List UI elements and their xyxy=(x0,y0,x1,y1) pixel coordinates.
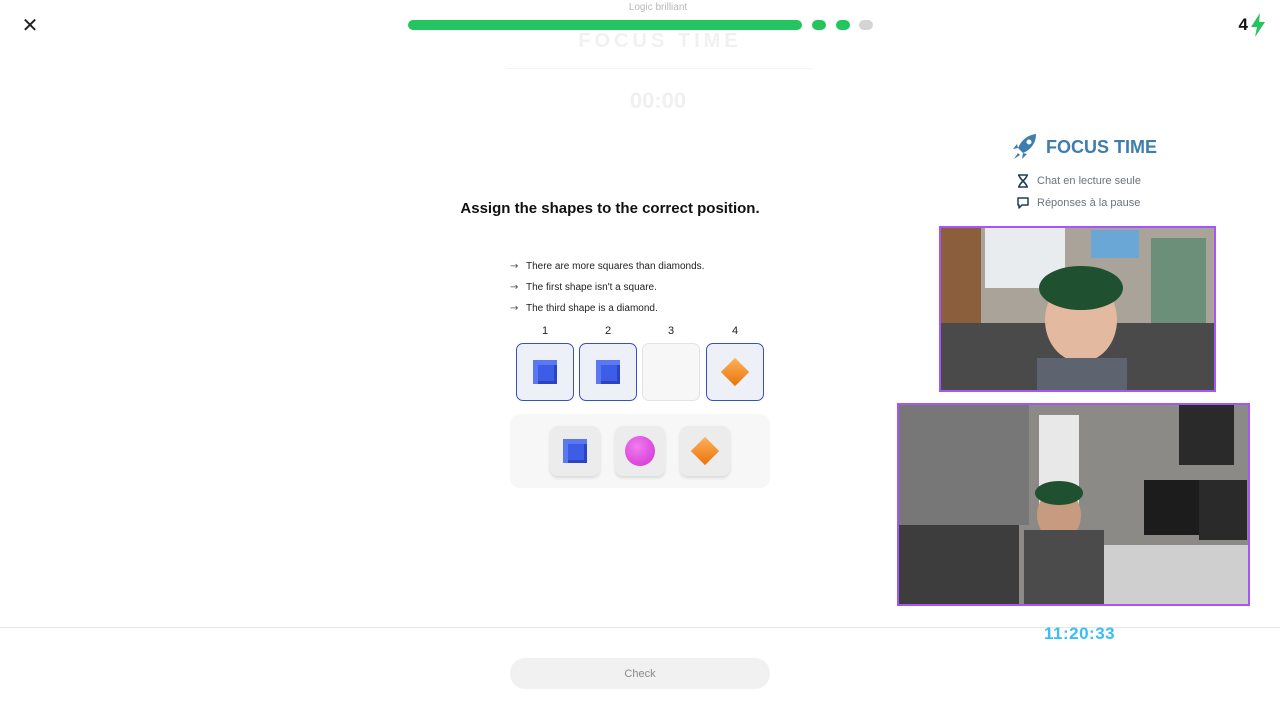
lesson-progress-bar xyxy=(408,20,802,30)
focus-time-header: FOCUS TIME xyxy=(1012,133,1157,161)
read-only-chat-label: Chat en lecture seule xyxy=(1037,175,1141,187)
progress-dot-complete xyxy=(836,20,850,30)
hourglass-icon xyxy=(1018,174,1028,188)
top-bar: ✕ Logic brilliant FOCUS TIME 00:00 4 xyxy=(0,0,1280,113)
streak-count: 4 xyxy=(1238,15,1248,34)
clue-text: The third shape is a diamond. xyxy=(526,303,658,314)
clue-item: → The first shape isn't a square. xyxy=(510,277,810,298)
paused-answers-row: Réponses à la pause xyxy=(1016,196,1140,210)
speech-bubble-icon xyxy=(1017,197,1029,209)
square-shape-icon[interactable] xyxy=(596,360,620,384)
ghost-focus-text: FOCUS TIME xyxy=(578,30,742,52)
ghost-timer: 00:00 xyxy=(629,88,687,113)
ghost-divider xyxy=(506,68,812,69)
slot-number: 4 xyxy=(731,325,739,337)
clue-text: There are more squares than diamonds. xyxy=(526,261,705,272)
arrow-right-icon: → xyxy=(510,261,519,272)
close-icon[interactable]: ✕ xyxy=(20,14,40,36)
overlay-title: Logic brilliant xyxy=(628,2,688,13)
clue-item: → There are more squares than diamonds. xyxy=(510,256,810,277)
check-button[interactable]: Check xyxy=(510,658,770,689)
webcam-room-image xyxy=(899,405,1248,604)
answer-slot-4[interactable] xyxy=(706,343,764,401)
focus-time-title: FOCUS TIME xyxy=(1046,136,1157,157)
slot-number: 1 xyxy=(541,325,549,337)
webcam-face-image xyxy=(941,228,1214,390)
tray-piece-circle[interactable] xyxy=(615,426,665,476)
arrow-right-icon: → xyxy=(510,303,519,314)
tray-piece-square[interactable] xyxy=(550,426,600,476)
progress-dot-complete xyxy=(812,20,826,30)
clue-list: → There are more squares than diamonds. … xyxy=(510,256,810,319)
streak-counter: 4 xyxy=(1239,12,1266,38)
diamond-shape-icon[interactable] xyxy=(720,357,750,387)
webcam-face-feed xyxy=(939,226,1216,392)
arrow-right-icon: → xyxy=(510,282,519,293)
answer-slot-3[interactable] xyxy=(642,343,700,401)
paused-answers-label: Réponses à la pause xyxy=(1037,197,1141,209)
answer-slot-1[interactable] xyxy=(516,343,574,401)
square-shape-icon[interactable] xyxy=(533,360,557,384)
diamond-shape-icon xyxy=(690,436,720,466)
read-only-chat-row: Chat en lecture seule xyxy=(1016,174,1141,188)
slot-number: 3 xyxy=(667,325,675,337)
question-title: Assign the shapes to the correct positio… xyxy=(460,200,760,217)
answer-slot-2[interactable] xyxy=(579,343,637,401)
rocket-icon xyxy=(1013,134,1036,159)
clue-text: The first shape isn't a square. xyxy=(526,282,657,293)
slot-number: 2 xyxy=(604,325,612,337)
square-shape-icon xyxy=(563,439,587,463)
lightning-icon xyxy=(1251,13,1265,37)
clue-item: → The third shape is a diamond. xyxy=(510,298,810,319)
stream-clock: 11:20:33 xyxy=(1044,624,1116,643)
progress-dot-pending xyxy=(859,20,873,30)
circle-shape-icon xyxy=(625,436,655,466)
tray-piece-diamond[interactable] xyxy=(680,426,730,476)
webcam-room-feed xyxy=(897,403,1250,606)
